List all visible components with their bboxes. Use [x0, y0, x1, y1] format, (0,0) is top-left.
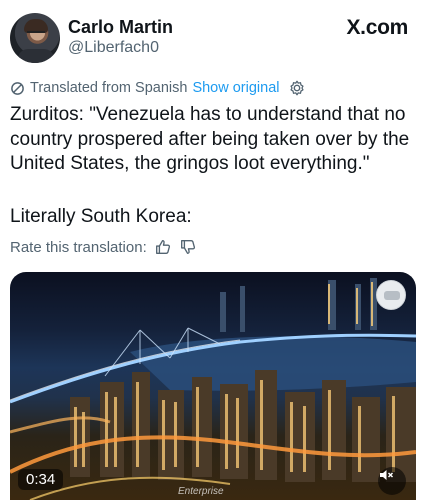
- speaker-muted-icon: [380, 470, 394, 480]
- gear-icon[interactable]: [288, 79, 306, 97]
- channel-logo-mark: [384, 291, 400, 300]
- video-watermark: Enterprise: [178, 486, 224, 497]
- rate-translation-label: Rate this translation:: [10, 238, 147, 256]
- brand-label: X.com: [346, 16, 408, 39]
- video-player[interactable]: 0:34 Enterprise: [10, 272, 416, 500]
- translation-notice-row: Translated from Spanish Show original: [10, 77, 306, 99]
- channel-logo-icon: [376, 280, 406, 310]
- thumbs-down-icon[interactable]: [179, 238, 197, 256]
- user-handle[interactable]: @Liberfach0: [68, 39, 159, 57]
- mute-button[interactable]: [378, 467, 406, 495]
- show-original-link[interactable]: Show original: [192, 80, 279, 96]
- thumbs-up-icon[interactable]: [154, 238, 172, 256]
- city-night-scene: [10, 278, 416, 500]
- display-name[interactable]: Carlo Martin: [68, 17, 173, 38]
- slash-circle-icon: [11, 81, 24, 95]
- video-timestamp: 0:34: [18, 469, 64, 490]
- tweet-header: Carlo Martin @Liberfach0 X.com: [0, 0, 424, 70]
- avatar-glasses: [27, 31, 45, 36]
- tweet-text-second: Literally South Korea:: [10, 206, 192, 227]
- avatar-shirt: [18, 49, 54, 63]
- rate-translation-row: Rate this translation:: [10, 236, 197, 258]
- tweet-text: Zurditos: "Venezuela has to understand t…: [10, 104, 410, 174]
- translation-notice: Translated from Spanish: [30, 80, 188, 96]
- avatar[interactable]: [10, 13, 60, 63]
